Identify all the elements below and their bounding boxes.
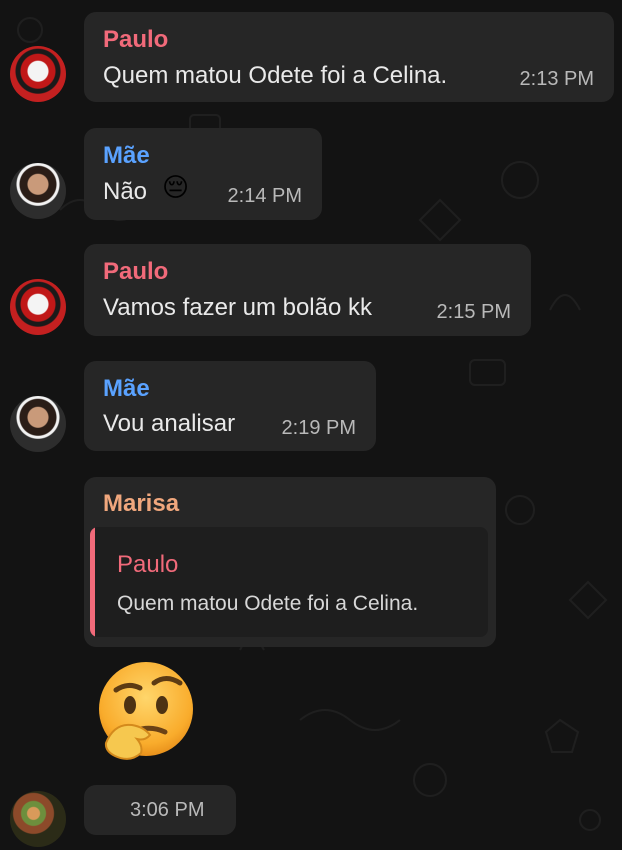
message-bubble[interactable]: Mãe Vou analisar 2:19 PM [84,361,376,451]
sender-name: Mãe [103,375,150,402]
message-bubble[interactable]: Paulo Quem matou Odete foi a Celina. 2:1… [84,12,614,102]
reply-quote-bar [90,527,95,637]
reply-quote-sender: Paulo [117,551,179,578]
message-timestamp: 2:15 PM [436,301,511,323]
sender-name: Marisa [103,490,180,517]
reply-quote-text: Quem matou Odete foi a Celina. [117,592,419,615]
sender-name: Paulo [103,258,169,285]
avatar-mae[interactable] [10,163,66,219]
message-text: Quem matou Odete foi a Celina. [103,62,448,89]
sender-name: Mãe [103,142,150,169]
reply-quote[interactable]: Paulo Quem matou Odete foi a Celina. [90,527,488,637]
timestamp-bubble: 3:06 PM [84,785,236,835]
message-timestamp: 2:19 PM [281,417,356,439]
avatar-paulo[interactable] [10,46,66,102]
sender-name: Paulo [103,26,169,53]
message-timestamp: 2:14 PM [227,185,302,207]
chat-window: Paulo Quem matou Odete foi a Celina. 2:1… [0,0,622,850]
message-timestamp: 2:13 PM [519,68,594,90]
thinking-face-emoji[interactable] [90,657,200,767]
pensive-face-emoji: 😔 [162,173,190,203]
avatar-marisa[interactable] [10,791,66,847]
message-bubble[interactable]: Marisa Paulo Quem matou Odete foi a Celi… [84,477,496,647]
message-text: Vou analisar [103,410,236,437]
message-text: Vamos fazer um bolão kk [103,294,373,321]
avatar-mae[interactable] [10,396,66,452]
message-text: Não [103,178,148,205]
message-timestamp: 3:06 PM [130,799,205,821]
message-bubble[interactable]: Mãe Não 😔 2:14 PM [84,128,322,220]
message-bubble[interactable]: Paulo Vamos fazer um bolão kk 2:15 PM [84,244,531,336]
avatar-paulo[interactable] [10,279,66,335]
